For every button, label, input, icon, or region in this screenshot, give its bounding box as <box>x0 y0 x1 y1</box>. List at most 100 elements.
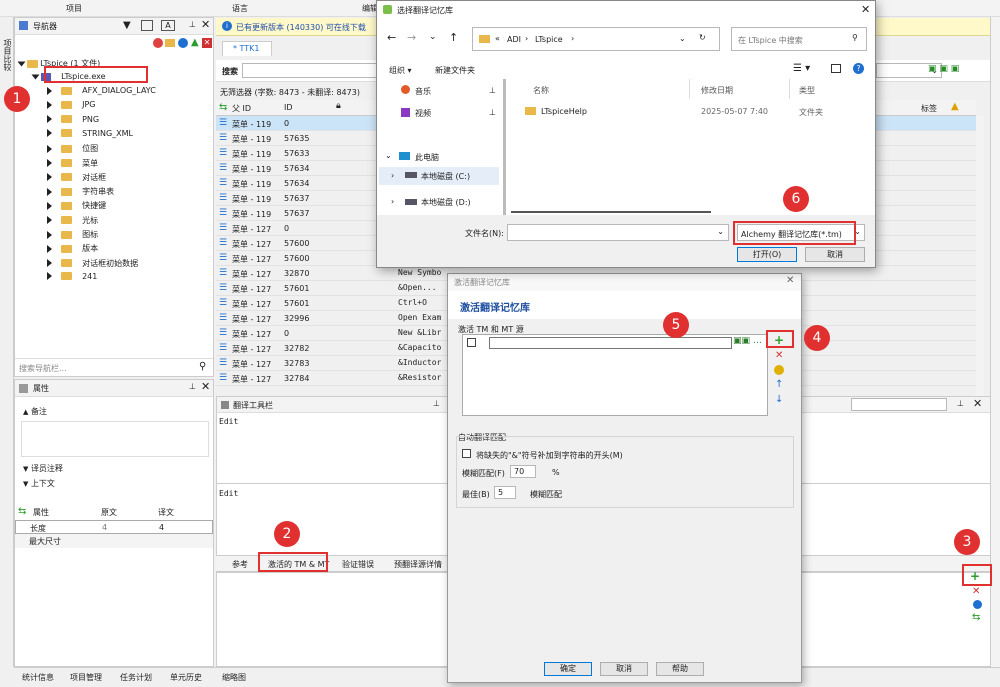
tab-project-mgmt[interactable]: 项目管理 <box>70 672 102 683</box>
close-icon[interactable]: ✕ <box>201 380 210 393</box>
move-up-icon[interactable]: ↑ <box>775 379 783 390</box>
tree-item[interactable]: PNG <box>47 115 99 124</box>
move-down-icon[interactable]: ↓ <box>775 394 783 405</box>
help-icon[interactable]: ? <box>853 63 864 74</box>
section-translator-notes[interactable]: ▼ 译员注释 <box>23 463 63 474</box>
ok-button[interactable]: 确定 <box>544 662 592 676</box>
grid-search-input[interactable] <box>242 63 382 78</box>
info-icon[interactable] <box>178 38 188 48</box>
refresh-icon[interactable]: ⇆ <box>219 102 227 113</box>
help-button[interactable]: 帮助 <box>656 662 704 676</box>
font-icon[interactable]: A <box>161 20 175 31</box>
navigator-search[interactable]: 搜索导航栏... ⚲ <box>15 358 213 376</box>
menu-project[interactable]: 项目 <box>66 3 82 14</box>
grid-scrollbar[interactable] <box>976 116 984 396</box>
info-icon[interactable] <box>973 600 982 609</box>
pin-icon[interactable]: ⊥ <box>189 20 196 29</box>
warning-icon[interactable] <box>774 365 784 375</box>
append-ampersand-checkbox[interactable] <box>462 449 471 458</box>
chevron-down-icon[interactable]: ⌄ <box>679 34 686 43</box>
section-remarks[interactable]: ▲ 备注 <box>23 406 47 417</box>
menu-language[interactable]: 语言 <box>232 3 248 14</box>
filter-icon[interactable]: ▼ <box>123 20 131 31</box>
tab-pretranslate[interactable]: 预翻译源详情 <box>394 559 442 570</box>
tree-item[interactable]: 对话框初始数据 <box>47 258 138 269</box>
tree-item[interactable]: STRING_XML <box>47 129 133 138</box>
view-icon[interactable] <box>141 20 153 31</box>
tree-item[interactable]: 光标 <box>47 215 98 226</box>
source-checkbox[interactable] <box>467 338 476 347</box>
tree-item[interactable]: 位图 <box>47 143 98 154</box>
remove-source-icon[interactable]: ✕ <box>775 350 783 361</box>
delete-icon[interactable] <box>153 38 163 48</box>
close-icon[interactable]: ✕ <box>786 275 794 286</box>
prop-row-maxsize[interactable]: 最大尺寸 <box>15 534 213 548</box>
tree-item[interactable]: 字符串表 <box>47 186 114 197</box>
tree-item[interactable]: AFX_DIALOG_LAYC <box>47 86 156 95</box>
tree-item[interactable]: JPG <box>47 100 95 109</box>
pin-icon[interactable]: ⊥ <box>433 399 440 408</box>
up-arrow-icon[interactable]: ▲ <box>191 37 199 48</box>
annotation-badge-2: 2 <box>274 521 300 547</box>
cancel-button[interactable]: 取消 <box>600 662 648 676</box>
remove-icon[interactable]: ✕ <box>202 38 212 48</box>
view-icon[interactable]: ☰ ▾ <box>793 63 810 74</box>
pin-icon[interactable]: ⊥ <box>957 399 964 408</box>
open-button[interactable]: 打开(O) <box>737 247 797 262</box>
fuzzy-spinner[interactable]: 70 <box>510 465 536 478</box>
file-list-hscroll[interactable] <box>511 211 711 213</box>
organize-menu[interactable]: 组织 ▾ <box>389 65 412 76</box>
vertical-tab-compare[interactable]: 项目比较 <box>0 17 14 667</box>
tm-sources-list[interactable]: ▣▣ … <box>462 334 768 416</box>
remove-tm-icon[interactable]: ✕ <box>972 586 980 597</box>
browse-icons[interactable]: ▣▣ … <box>733 336 762 346</box>
source-path-input[interactable] <box>489 337 732 349</box>
pane-icon[interactable] <box>831 64 841 73</box>
tab-stats[interactable]: 统计信息 <box>22 672 54 683</box>
section-context[interactable]: ▼ 上下文 <box>23 478 55 489</box>
file-cancel-button[interactable]: 取消 <box>805 247 865 262</box>
filename-input[interactable]: ⌄ <box>507 224 729 241</box>
nav-this-pc[interactable]: 此电脑 <box>415 152 439 163</box>
target-text[interactable]: Edit <box>219 489 238 498</box>
new-folder-button[interactable]: 新建文件夹 <box>435 65 475 76</box>
nav-music[interactable]: 音乐 <box>415 86 431 97</box>
close-icon[interactable]: ✕ <box>973 397 982 410</box>
chevron-down-icon[interactable]: ⌄ <box>429 32 437 42</box>
nav-video[interactable]: 视频 <box>415 108 431 119</box>
folder-icon <box>525 107 536 115</box>
toolbar-icons[interactable]: ▣ ▣ ▣ <box>928 64 959 74</box>
folder-search-input[interactable]: 在 LTspice 中搜索 ⚲ <box>731 27 867 51</box>
nav-scrollbar[interactable] <box>503 79 506 215</box>
tab-thumbnail[interactable]: 缩略图 <box>222 672 246 683</box>
toolbar-combo[interactable] <box>851 398 947 411</box>
tab-validation[interactable]: 验证错误 <box>342 559 374 570</box>
tree-item[interactable]: 241 <box>47 272 97 281</box>
refresh-icon[interactable]: ⇆ <box>18 506 26 517</box>
file-row[interactable]: LTspiceHelp 2025-05-07 7:40 文件夹 <box>521 103 871 119</box>
prop-row-length[interactable]: 长度 4 4 <box>15 520 213 534</box>
document-tab[interactable]: * TTK1 <box>222 41 272 56</box>
up-icon[interactable]: ↑ <box>449 31 458 44</box>
tree-item[interactable]: 快捷键 <box>47 200 106 211</box>
back-icon[interactable]: ← <box>387 31 396 44</box>
tab-task-plan[interactable]: 任务计划 <box>120 672 152 683</box>
address-bar[interactable]: « ADI › LTspice › ⌄ ↻ <box>472 27 720 51</box>
forward-icon[interactable]: → <box>407 31 416 44</box>
remarks-box[interactable] <box>21 421 209 457</box>
nav-drive-d[interactable]: 本地磁盘 (D:) <box>421 197 471 208</box>
folder-icon[interactable] <box>165 39 175 47</box>
refresh-icon[interactable]: ↻ <box>699 33 706 42</box>
tab-reference[interactable]: 参考 <box>232 559 248 570</box>
tree-item[interactable]: 菜单 <box>47 158 98 169</box>
tree-item[interactable]: 图标 <box>47 229 98 240</box>
close-icon[interactable]: ✕ <box>201 18 210 31</box>
best-spinner[interactable]: 5 <box>494 486 516 499</box>
refresh-icon[interactable]: ⇆ <box>972 612 980 623</box>
pin-icon[interactable]: ⊥ <box>189 382 196 391</box>
tab-unit-history[interactable]: 单元历史 <box>170 672 202 683</box>
close-icon[interactable]: ✕ <box>861 3 870 16</box>
tree-item[interactable]: 版本 <box>47 243 98 254</box>
nav-drive-c[interactable]: › 本地磁盘 (C:) <box>379 167 499 185</box>
tree-item[interactable]: 对话框 <box>47 172 106 183</box>
